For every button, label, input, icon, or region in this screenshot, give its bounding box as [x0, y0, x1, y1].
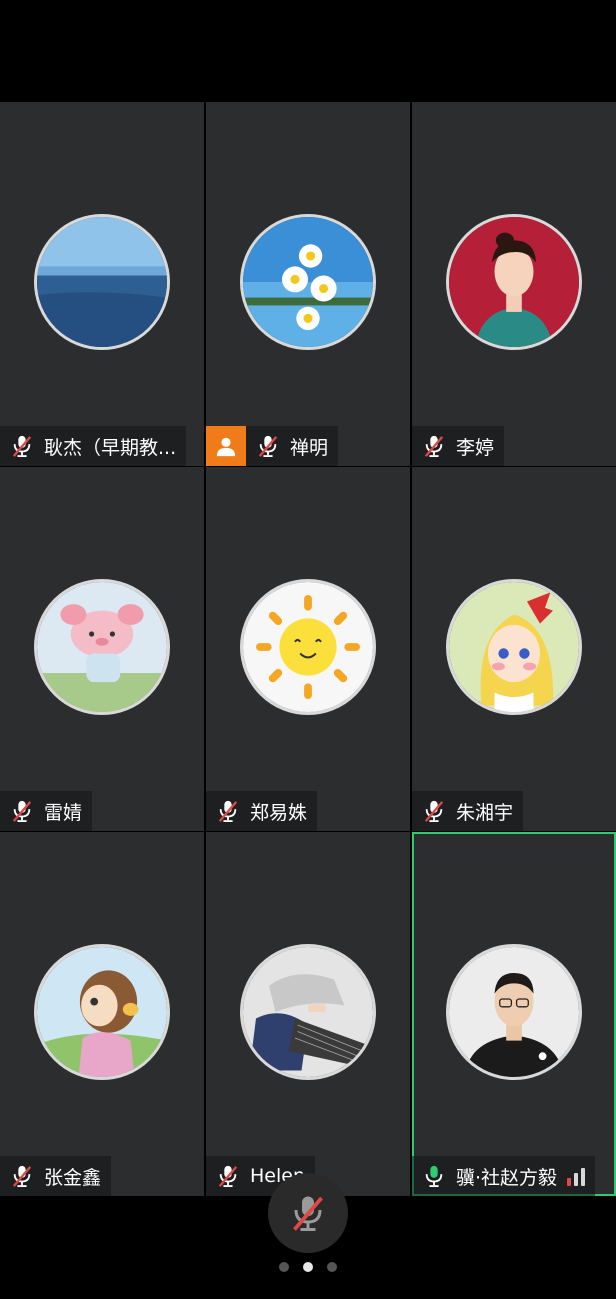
pig-cartoon-avatar: [34, 579, 170, 715]
participant-label: 郑易姝: [206, 791, 318, 831]
participant-tile[interactable]: Helen: [206, 832, 410, 1196]
anime-girl-avatar: [446, 579, 582, 715]
participant-tile[interactable]: 耿杰（早期教...: [0, 102, 204, 466]
muted-mic-icon: [8, 426, 36, 466]
sun-cartoon-avatar: [240, 579, 376, 715]
woman-portrait-avatar: [446, 214, 582, 350]
girl-cartoon-avatar: [34, 944, 170, 1080]
muted-mic-icon: [293, 1196, 323, 1231]
participant-label: 耿杰（早期教...: [0, 426, 187, 466]
host-person-icon: [206, 426, 246, 466]
participant-name: 朱湘宇: [456, 801, 514, 824]
page-dot[interactable]: [279, 1262, 289, 1272]
page-dot[interactable]: [327, 1262, 337, 1272]
participant-name: 禅明: [290, 436, 329, 459]
participant-label: 雷婧: [0, 791, 93, 831]
participant-name: 李婷: [456, 436, 495, 459]
participant-tile[interactable]: 朱湘宇: [412, 467, 616, 831]
daisy-avatar: [240, 214, 376, 350]
page-indicator: [0, 1262, 616, 1272]
participant-name: 雷婧: [44, 801, 83, 824]
mute-toggle-button[interactable]: [268, 1173, 348, 1253]
participant-name: 郑易姝: [250, 801, 308, 824]
mic-on-icon: [420, 1156, 448, 1196]
ocean-avatar: [34, 214, 170, 350]
participant-tile[interactable]: 李婷: [412, 102, 616, 466]
muted-mic-icon: [8, 1156, 36, 1196]
participant-grid: 耿杰（早期教... 禅明 李婷 雷婧 郑易姝 朱湘宇 张金鑫 Helen 骥·社…: [0, 102, 616, 1196]
participant-label: 朱湘宇: [412, 791, 524, 831]
page-dot-current[interactable]: [303, 1262, 313, 1272]
participant-label: 骥·社赵方毅: [412, 1156, 596, 1196]
muted-mic-icon: [420, 791, 448, 831]
participant-name: 张金鑫: [44, 1166, 102, 1189]
guzheng-avatar: [240, 944, 376, 1080]
muted-mic-icon: [214, 1156, 242, 1196]
participant-tile-active-speaker[interactable]: 骥·社赵方毅: [412, 832, 616, 1196]
participant-name: 耿杰（早期教...: [44, 436, 177, 459]
participant-label: 张金鑫: [0, 1156, 112, 1196]
man-portrait-avatar: [446, 944, 582, 1080]
muted-mic-icon: [254, 426, 282, 466]
participant-tile[interactable]: 禅明: [206, 102, 410, 466]
participant-name: 骥·社赵方毅: [456, 1166, 558, 1189]
network-signal-icon: [567, 1166, 586, 1186]
participant-tile[interactable]: 张金鑫: [0, 832, 204, 1196]
participant-tile[interactable]: 雷婧: [0, 467, 204, 831]
muted-mic-icon: [214, 791, 242, 831]
participant-tile[interactable]: 郑易姝: [206, 467, 410, 831]
participant-label: 禅明: [206, 426, 339, 466]
muted-mic-icon: [8, 791, 36, 831]
muted-mic-icon: [420, 426, 448, 466]
participant-label: 李婷: [412, 426, 505, 466]
